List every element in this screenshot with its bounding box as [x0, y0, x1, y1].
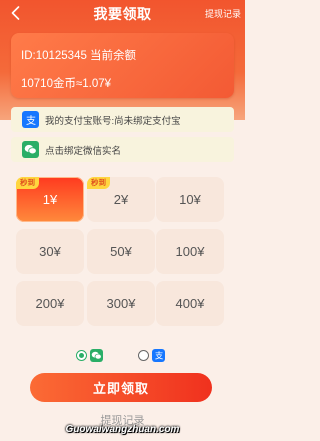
amount-option-400[interactable]: 400¥	[156, 281, 224, 326]
svg-text:支: 支	[154, 350, 163, 360]
amount-option-2[interactable]: 秒到 2¥	[87, 177, 155, 222]
alipay-icon: 支	[22, 111, 39, 128]
wechat-radio[interactable]	[76, 349, 87, 361]
pay-option-alipay[interactable]: 支	[138, 348, 165, 362]
withdraw-records-link[interactable]: 提现记录	[205, 7, 241, 20]
amount-option-30[interactable]: 30¥	[16, 229, 84, 274]
bind-alipay-text: 我的支付宝账号:尚未绑定支付宝	[45, 115, 181, 127]
amount-option-50[interactable]: 50¥	[87, 229, 155, 274]
amount-label: 400¥	[175, 296, 205, 311]
amount-label: 10¥	[179, 192, 201, 207]
amount-label: 1¥	[42, 192, 58, 207]
wechat-icon	[90, 348, 103, 362]
instant-tag: 秒到	[87, 177, 110, 189]
claim-button[interactable]: 立即领取	[30, 373, 212, 402]
svg-text:支: 支	[26, 115, 36, 126]
balance-card: ID:10125345 当前余额 10710金币≈1.07¥	[11, 33, 234, 98]
pay-option-wechat[interactable]	[76, 348, 103, 362]
alipay-radio[interactable]	[138, 349, 149, 361]
amount-label: 100¥	[175, 244, 205, 259]
bind-wechat-text: 点击绑定微信实名	[45, 145, 122, 157]
coin-balance-value: 10710金币≈1.07¥	[21, 78, 112, 90]
bind-wechat-row[interactable]: 点击绑定微信实名	[11, 137, 234, 162]
amount-label: 50¥	[110, 244, 132, 259]
watermark: Guowaiwangzhuan.com	[65, 424, 180, 435]
nav-bar: 我要领取 提现记录	[0, 0, 245, 26]
amount-label: 30¥	[39, 244, 61, 259]
amount-option-1[interactable]: 秒到 1¥	[16, 177, 84, 222]
amount-label: 300¥	[106, 296, 136, 311]
amount-label: 200¥	[35, 296, 65, 311]
amount-option-100[interactable]: 100¥	[156, 229, 224, 274]
wechat-icon	[22, 141, 39, 158]
amount-option-300[interactable]: 300¥	[87, 281, 155, 326]
user-id-balance-label: ID:10125345 当前余额	[21, 50, 137, 62]
alipay-icon: 支	[152, 348, 165, 362]
amount-option-10[interactable]: 10¥	[156, 177, 224, 222]
amount-label: 2¥	[113, 192, 129, 207]
bind-alipay-row[interactable]: 支 我的支付宝账号:尚未绑定支付宝	[11, 107, 234, 132]
amount-option-200[interactable]: 200¥	[16, 281, 84, 326]
instant-tag: 秒到	[16, 177, 39, 189]
